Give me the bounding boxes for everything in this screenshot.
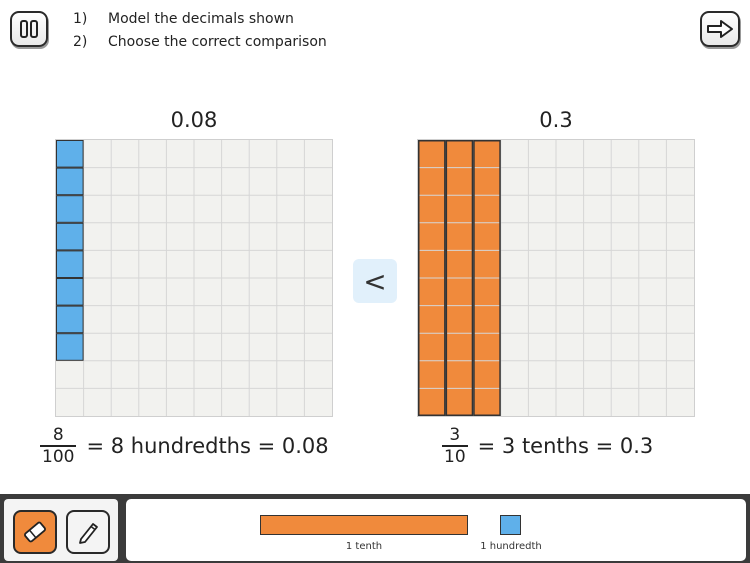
left-equation-text: = 8 hundredths = 0.08 (86, 433, 329, 458)
left-hundredth-square[interactable] (56, 250, 84, 279)
tenth-block-tool[interactable] (260, 515, 468, 535)
right-numerator: 3 (449, 425, 461, 445)
left-hundredth-square[interactable] (56, 333, 84, 361)
left-grid-canvas (56, 140, 332, 416)
comparison-symbol: < (363, 264, 387, 298)
pen-tool-button[interactable] (66, 510, 110, 554)
pen-icon (79, 523, 98, 544)
hundredth-block-tool[interactable] (500, 515, 521, 535)
left-numerator: 8 (52, 425, 64, 445)
pause-button[interactable] (10, 11, 48, 47)
left-hundredth-square[interactable] (56, 195, 84, 223)
left-fraction: 8 100 (40, 425, 77, 467)
tenth-legend-label: 1 tenth (345, 541, 383, 552)
arrow-right-icon (707, 20, 733, 38)
left-hundredth-square[interactable] (56, 167, 84, 196)
right-grid-canvas (418, 140, 694, 416)
right-fraction: 3 10 (442, 426, 468, 466)
left-hundredth-square[interactable] (56, 222, 84, 251)
instruction-2-number: 2) (73, 34, 88, 50)
left-hundredth-square[interactable] (56, 278, 84, 306)
left-hundredth-square[interactable] (56, 305, 84, 334)
right-decimal-title: 0.3 (539, 108, 573, 132)
eraser-tool-button[interactable] (13, 510, 57, 554)
instruction-2-text: Choose the correct comparison (108, 34, 327, 50)
instruction-2: 2) Choose the correct comparison (73, 34, 373, 54)
hundredth-legend-label: 1 hundredth (480, 541, 542, 552)
instruction-1-number: 1) (73, 11, 88, 27)
right-equation: 3 10 = 3 tenths = 0.3 (442, 426, 653, 466)
pause-icon (20, 20, 38, 38)
instruction-1: 1) Model the decimals shown (73, 11, 373, 31)
left-decimal-title: 0.08 (170, 108, 218, 132)
right-hundredths-grid[interactable] (417, 139, 695, 417)
right-denominator: 10 (444, 446, 466, 467)
left-equation: 8 100 = 8 hundredths = 0.08 (40, 426, 329, 466)
instruction-1-text: Model the decimals shown (108, 11, 294, 27)
left-hundredth-square[interactable] (56, 140, 84, 168)
eraser-icon (24, 521, 46, 543)
right-equation-text: = 3 tenths = 0.3 (477, 433, 654, 458)
comparison-symbol-button[interactable]: < (353, 259, 397, 303)
next-button[interactable] (700, 11, 740, 47)
left-hundredths-grid[interactable] (55, 139, 333, 417)
left-denominator: 100 (42, 446, 75, 467)
